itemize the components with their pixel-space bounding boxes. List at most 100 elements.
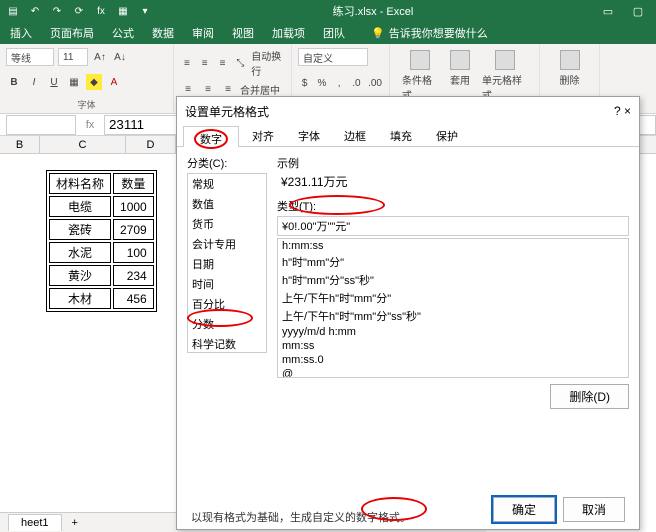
save-icon[interactable]: ▤ [6, 4, 20, 18]
col-B[interactable]: B [0, 136, 40, 153]
name-box[interactable] [6, 115, 76, 135]
list-item[interactable]: yyyy/m/d h:mm [278, 325, 628, 339]
condfmt-icon [410, 50, 430, 70]
tab-team[interactable]: 团队 [323, 25, 345, 41]
list-item[interactable]: 日期 [188, 254, 266, 274]
number-format-box[interactable]: 自定义 [298, 48, 368, 66]
category-label: 分类(C): [187, 155, 267, 171]
list-item[interactable]: 货币 [188, 214, 266, 234]
dialog-body: 分类(C): 常规 数值 货币 会计专用 日期 时间 百分比 分数 科学记数 文… [177, 147, 639, 489]
increase-font-icon[interactable]: A↑ [92, 49, 108, 65]
dialog-footer: 确定 取消 [177, 489, 639, 529]
list-item[interactable]: 常规 [188, 174, 266, 194]
tab-formulas[interactable]: 公式 [112, 25, 134, 41]
tab-protect[interactable]: 保护 [425, 125, 469, 146]
category-list[interactable]: 常规 数值 货币 会计专用 日期 时间 百分比 分数 科学记数 文本 特殊 自定… [187, 173, 267, 353]
col-C[interactable]: C [40, 136, 126, 153]
list-item[interactable]: h"时"mm"分"ss"秒" [278, 271, 628, 289]
list-item[interactable]: 科学记数 [188, 334, 266, 353]
refresh-icon[interactable]: ⟳ [72, 4, 86, 18]
col-D[interactable]: D [126, 136, 176, 153]
list-item[interactable]: 时间 [188, 274, 266, 294]
table-row: 电缆1000 [49, 196, 154, 217]
cancel-button[interactable]: 取消 [563, 497, 625, 522]
list-item[interactable]: 百分比 [188, 294, 266, 314]
type-list[interactable]: h:mm:ss h"时"mm"分" h"时"mm"分"ss"秒" 上午/下午h"… [277, 238, 629, 378]
add-sheet-button[interactable]: + [72, 517, 78, 529]
group-font-label: 字体 [6, 98, 167, 113]
border-icon[interactable]: ▦ [66, 74, 82, 90]
delete-format-button[interactable]: 删除(D) [550, 384, 629, 409]
type-input[interactable] [277, 216, 629, 236]
percent-icon[interactable]: % [315, 76, 328, 92]
tab-addins[interactable]: 加载项 [272, 25, 305, 41]
ribbon-tabs: 插入 页面布局 公式 数据 审阅 视图 加载项 团队 💡 告诉我你想要做什么 [0, 22, 656, 44]
format-table-button[interactable]: 套用 [444, 48, 476, 89]
list-item[interactable]: mm:ss.0 [278, 353, 628, 367]
chart-icon[interactable]: ▦ [116, 4, 130, 18]
list-item[interactable]: 上午/下午h"时"mm"分" [278, 289, 628, 307]
tab-number[interactable]: 数字 [183, 126, 239, 147]
sheet-tab[interactable]: heet1 [8, 514, 62, 531]
merge-center-button[interactable]: 合并居中 [240, 82, 280, 97]
italic-icon[interactable]: I [26, 74, 42, 90]
redo-icon[interactable]: ↷ [50, 4, 64, 18]
undo-icon[interactable]: ↶ [28, 4, 42, 18]
window-title: 练习.xlsx - Excel [152, 3, 594, 19]
ok-button[interactable]: 确定 [493, 497, 555, 522]
list-item[interactable]: 会计专用 [188, 234, 266, 254]
list-item[interactable]: 数值 [188, 194, 266, 214]
orientation-icon[interactable]: ⤡ [233, 55, 247, 71]
currency-icon[interactable]: $ [298, 76, 311, 92]
list-item[interactable]: h"时"mm"分" [278, 253, 628, 271]
minimize-icon[interactable]: ▭ [594, 5, 622, 18]
group-font: 等线 11 A↑ A↓ B I U ▦ ◆ A 字体 [0, 44, 174, 113]
list-item[interactable]: mm:ss [278, 339, 628, 353]
align-bottom-icon[interactable]: ≡ [216, 55, 230, 71]
data-table[interactable]: 材料名称数量 电缆1000 瓷砖2709 水泥100 黄沙234 木材456 [46, 170, 157, 312]
tab-insert[interactable]: 插入 [10, 25, 32, 41]
decrease-font-icon[interactable]: A↓ [112, 49, 128, 65]
increase-decimal-icon[interactable]: .0 [350, 76, 363, 92]
list-item[interactable]: @ [278, 367, 628, 378]
tab-view[interactable]: 视图 [232, 25, 254, 41]
tab-data[interactable]: 数据 [152, 25, 174, 41]
tell-me[interactable]: 💡 告诉我你想要做什么 [371, 25, 488, 41]
list-item[interactable]: 分数 [188, 314, 266, 334]
tab-review[interactable]: 审阅 [192, 25, 214, 41]
align-top-icon[interactable]: ≡ [180, 55, 194, 71]
align-middle-icon[interactable]: ≡ [198, 55, 212, 71]
comma-icon[interactable]: , [333, 76, 346, 92]
list-item[interactable]: 上午/下午h"时"mm"分"ss"秒" [278, 307, 628, 325]
font-size-box[interactable]: 11 [58, 48, 88, 66]
tab-pagelayout[interactable]: 页面布局 [50, 25, 94, 41]
bold-icon[interactable]: B [6, 74, 22, 90]
tab-border[interactable]: 边框 [333, 125, 377, 146]
dialog-help-icon[interactable]: ? [614, 104, 621, 118]
tab-align[interactable]: 对齐 [241, 125, 285, 146]
more-icon[interactable]: ▾ [138, 4, 152, 18]
underline-icon[interactable]: U [46, 74, 62, 90]
sample-box: 示例 ¥231.11万元 [277, 155, 629, 192]
th-name[interactable]: 材料名称 [49, 173, 111, 194]
dialog-titlebar: 设置单元格格式 ? × [177, 97, 639, 125]
tab-font[interactable]: 字体 [287, 125, 331, 146]
list-item[interactable]: h:mm:ss [278, 239, 628, 253]
th-qty[interactable]: 数量 [113, 173, 154, 194]
font-name-box[interactable]: 等线 [6, 48, 54, 66]
ribbon-toggle-icon[interactable]: ▢ [624, 5, 652, 18]
delete-icon [560, 50, 580, 70]
cellstyle-icon [495, 50, 515, 70]
tell-me-text: 告诉我你想要做什么 [389, 25, 488, 41]
wrap-text-button[interactable]: 自动换行 [251, 48, 285, 78]
dialog-close-icon[interactable]: × [624, 104, 631, 118]
dialog-title: 设置单元格格式 [185, 103, 269, 120]
fill-color-icon[interactable]: ◆ [86, 74, 102, 90]
tab-fill[interactable]: 填充 [379, 125, 423, 146]
fx-button[interactable]: fx [76, 119, 104, 131]
decrease-decimal-icon[interactable]: .00 [367, 76, 383, 92]
delete-cells-button[interactable]: 删除 [546, 48, 593, 89]
table-row: 瓷砖2709 [49, 219, 154, 240]
fx-icon[interactable]: fx [94, 4, 108, 18]
font-color-icon[interactable]: A [106, 74, 122, 90]
